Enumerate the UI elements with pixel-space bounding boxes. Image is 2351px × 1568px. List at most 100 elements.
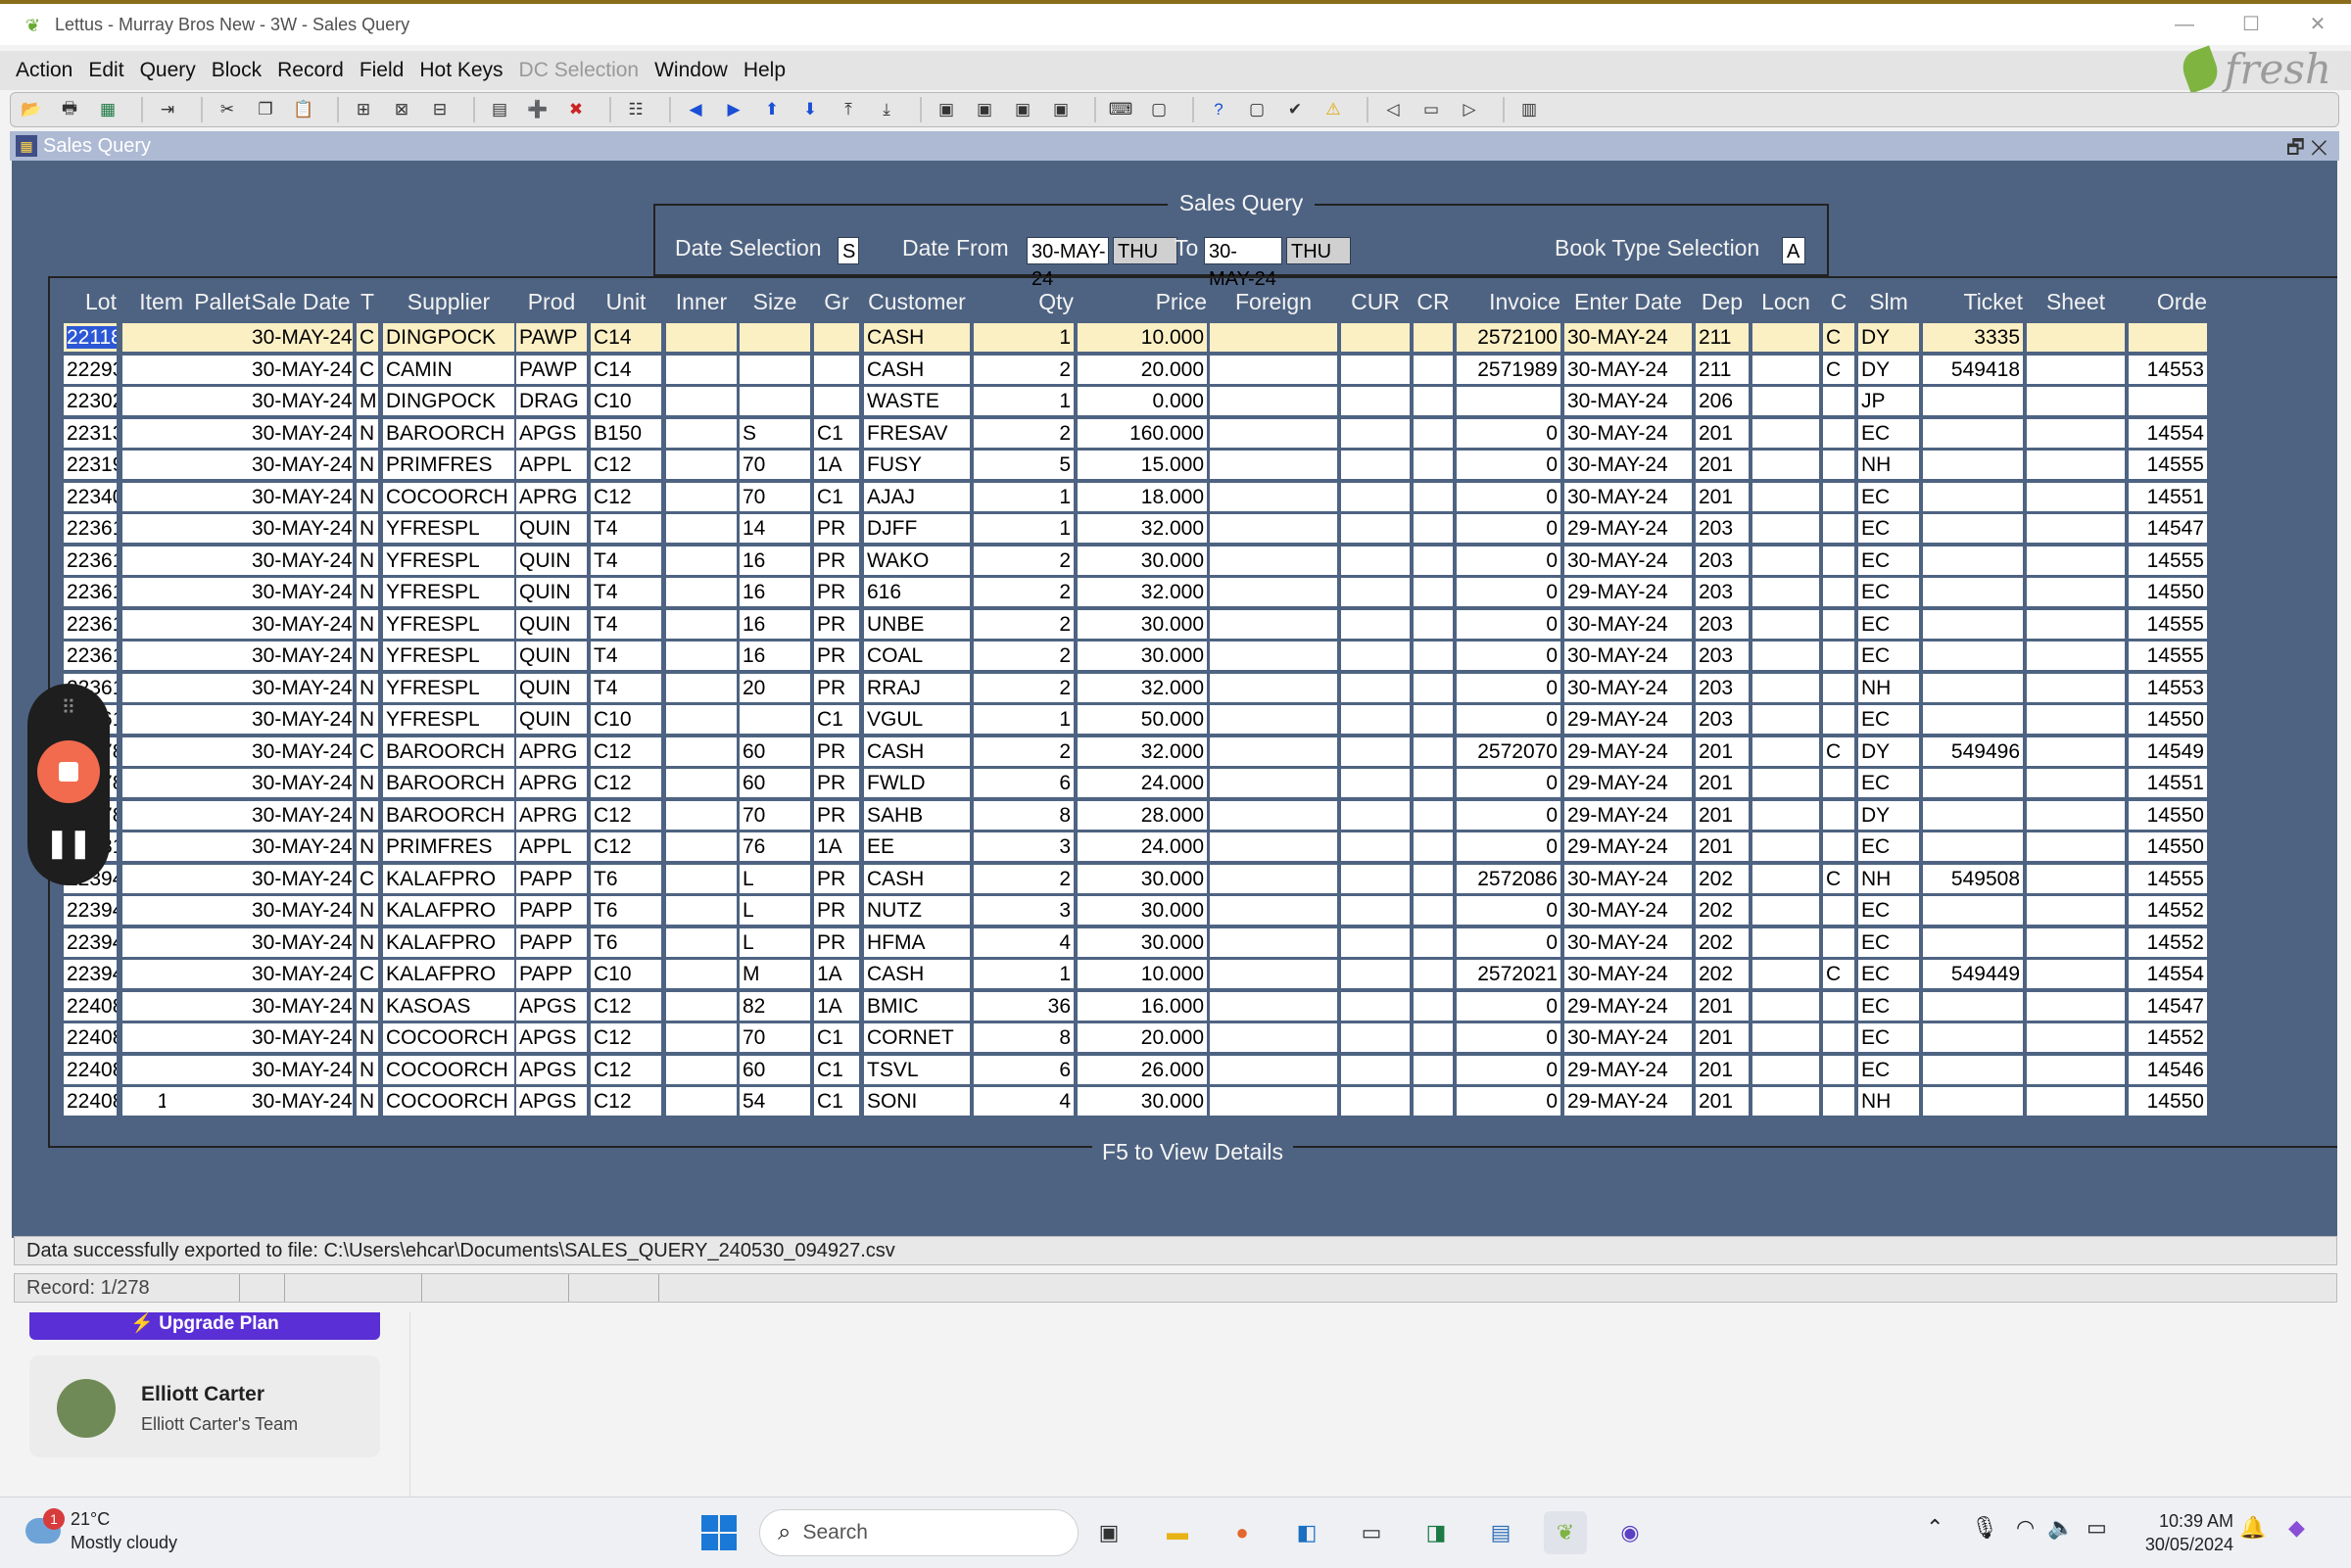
grid-cell-prod[interactable]: APPL <box>516 451 587 479</box>
grid-cell-unit[interactable]: C12 <box>591 991 661 1021</box>
grid-cell-sale-date[interactable]: 30-MAY-24 <box>249 1023 353 1052</box>
grid-cell-inner[interactable] <box>666 832 737 861</box>
grid-cell-unit[interactable]: T4 <box>591 673 661 702</box>
grid-cell-invoice[interactable]: 0 <box>1457 832 1560 861</box>
grid-cell-cur[interactable] <box>1341 546 1410 575</box>
grid-cell-locn[interactable] <box>1752 355 1819 384</box>
grid-cell-foreign[interactable] <box>1210 736 1337 766</box>
grid-cell-invoice[interactable]: 0 <box>1457 991 1560 1021</box>
grid-cell-slm[interactable]: NH <box>1858 673 1919 702</box>
grid-cell-customer[interactable]: CASH <box>864 355 970 384</box>
grid-cell-sale-date[interactable]: 30-MAY-24 <box>249 1055 353 1084</box>
grid-cell-lot[interactable]: 224086 <box>64 1055 117 1084</box>
grid-cell-orde[interactable]: 14546 <box>2129 1055 2207 1084</box>
grid-cell-sheet[interactable] <box>2027 641 2125 670</box>
grid-cell-prod[interactable]: QUIN <box>516 641 587 670</box>
grid-cell-unit[interactable]: C12 <box>591 736 661 766</box>
grid-cell-sale-date[interactable]: 30-MAY-24 <box>249 387 353 415</box>
grid-cell-slm[interactable]: DY <box>1858 800 1919 830</box>
grid-cell-inner[interactable] <box>666 514 737 543</box>
grid-cell-foreign[interactable] <box>1210 546 1337 575</box>
grid-cell-cur[interactable] <box>1341 864 1410 893</box>
grid-cell-orde[interactable]: 14547 <box>2129 991 2207 1021</box>
microphone-icon[interactable]: 🎙 <box>1971 1515 1998 1541</box>
grid-cell-cr[interactable] <box>1414 514 1453 543</box>
grid-cell-price[interactable]: 30.000 <box>1078 609 1207 639</box>
grid-cell-gr[interactable]: PR <box>814 927 859 957</box>
grid-cell-ticket[interactable] <box>1923 546 2023 575</box>
grid-cell-unit[interactable]: C12 <box>591 1087 661 1116</box>
grid-cell-slm[interactable]: EC <box>1858 641 1919 670</box>
grid-cell-orde[interactable]: 14553 <box>2129 673 2207 702</box>
grid-cell-customer[interactable]: CASH <box>864 323 970 352</box>
grid-cell-qty[interactable]: 4 <box>974 927 1074 957</box>
grid-cell-foreign[interactable] <box>1210 673 1337 702</box>
grid-cell-customer[interactable]: FWLD <box>864 769 970 797</box>
warning-icon[interactable]: ⚠ <box>1319 96 1348 123</box>
grid-cell-size[interactable] <box>740 323 810 352</box>
grid-cell-inner[interactable] <box>666 1055 737 1084</box>
grid-cell-size[interactable]: 14 <box>740 514 810 543</box>
query-execute-icon[interactable]: ⊠ <box>387 96 416 123</box>
grid-cell-ticket[interactable]: 549508 <box>1923 864 2023 893</box>
grid-cell-dep[interactable]: 211 <box>1696 323 1749 352</box>
grid-cell-qty[interactable]: 6 <box>974 1055 1074 1084</box>
grid-cell-t[interactable]: C <box>357 323 378 352</box>
grid-cell-foreign[interactable] <box>1210 418 1337 448</box>
grid-cell-c[interactable]: C <box>1823 736 1854 766</box>
grid-cell-ticket[interactable] <box>1923 927 2023 957</box>
grid-cell-supplier[interactable]: DINGPOCK <box>383 387 514 415</box>
grid-cell-slm[interactable]: DY <box>1858 355 1919 384</box>
grid-cell-supplier[interactable]: YFRESPL <box>383 641 514 670</box>
grid-cell-invoice[interactable]: 0 <box>1457 896 1560 925</box>
grid-cell-ticket[interactable] <box>1923 578 2023 606</box>
grid-cell-foreign[interactable] <box>1210 1023 1337 1052</box>
firefox-icon[interactable]: ● <box>1221 1511 1264 1554</box>
grid-cell-prod[interactable]: APGS <box>516 1023 587 1052</box>
notepad-icon[interactable]: ▤ <box>1479 1511 1522 1554</box>
grid-cell-foreign[interactable] <box>1210 991 1337 1021</box>
grid-cell-invoice[interactable]: 2572086 <box>1457 864 1560 893</box>
grid-cell-locn[interactable] <box>1752 482 1819 511</box>
grid-cell-lot[interactable]: 223616 <box>64 609 117 639</box>
grid-cell-enter-date[interactable]: 30-MAY-24 <box>1564 864 1692 893</box>
grid-cell-slm[interactable]: EC <box>1858 927 1919 957</box>
grid-cell-size[interactable] <box>740 387 810 415</box>
grid-cell-t[interactable]: M <box>357 387 378 415</box>
grid-cell-qty[interactable]: 1 <box>974 482 1074 511</box>
grid-cell-slm[interactable]: EC <box>1858 991 1919 1021</box>
menu-hot-keys[interactable]: Hot Keys <box>419 59 503 82</box>
grid-cell-cur[interactable] <box>1341 896 1410 925</box>
grid-cell-sale-date[interactable]: 30-MAY-24 <box>249 609 353 639</box>
grid-cell-foreign[interactable] <box>1210 641 1337 670</box>
next-record-icon[interactable]: ⬇ <box>795 96 825 123</box>
grid-cell-customer[interactable]: FRESAV <box>864 418 970 448</box>
grid-cell-prod[interactable]: PAPP <box>516 927 587 957</box>
grid-cell-lot[interactable]: 223020 <box>64 387 117 415</box>
grid-cell-slm[interactable]: EC <box>1858 769 1919 797</box>
grid-cell-size[interactable]: 82 <box>740 991 810 1021</box>
grid-cell-supplier[interactable]: COCOORCH <box>383 1087 514 1116</box>
grid-cell-qty[interactable]: 2 <box>974 864 1074 893</box>
grid-cell-orde[interactable]: 14554 <box>2129 418 2207 448</box>
grid-cell-inner[interactable] <box>666 482 737 511</box>
grid-cell-prod[interactable]: APGS <box>516 1087 587 1116</box>
grid-cell-price[interactable]: 30.000 <box>1078 864 1207 893</box>
grid-cell-ticket[interactable]: 549496 <box>1923 736 2023 766</box>
grid-cell-lot[interactable]: 223191 <box>64 451 117 479</box>
grid-cell-t[interactable]: N <box>357 609 378 639</box>
grid-cell-ticket[interactable]: 549449 <box>1923 960 2023 988</box>
grid-cell-slm[interactable]: EC <box>1858 1023 1919 1052</box>
grid-cell-lot[interactable]: 224080 <box>64 991 117 1021</box>
grid-cell-c[interactable] <box>1823 546 1854 575</box>
grid-cell-sheet[interactable] <box>2027 991 2125 1021</box>
grid-cell-enter-date[interactable]: 29-MAY-24 <box>1564 769 1692 797</box>
grid-cell-foreign[interactable] <box>1210 769 1337 797</box>
grid-cell-prod[interactable]: DRAG <box>516 387 587 415</box>
grid-cell-orde[interactable]: 14555 <box>2129 451 2207 479</box>
grid-cell-size[interactable]: 76 <box>740 832 810 861</box>
grid-cell-customer[interactable]: SAHB <box>864 800 970 830</box>
grid-cell-inner[interactable] <box>666 1023 737 1052</box>
user-card[interactable]: Elliott Carter Elliott Carter's Team <box>29 1355 380 1457</box>
grid-cell-dep[interactable]: 201 <box>1696 832 1749 861</box>
